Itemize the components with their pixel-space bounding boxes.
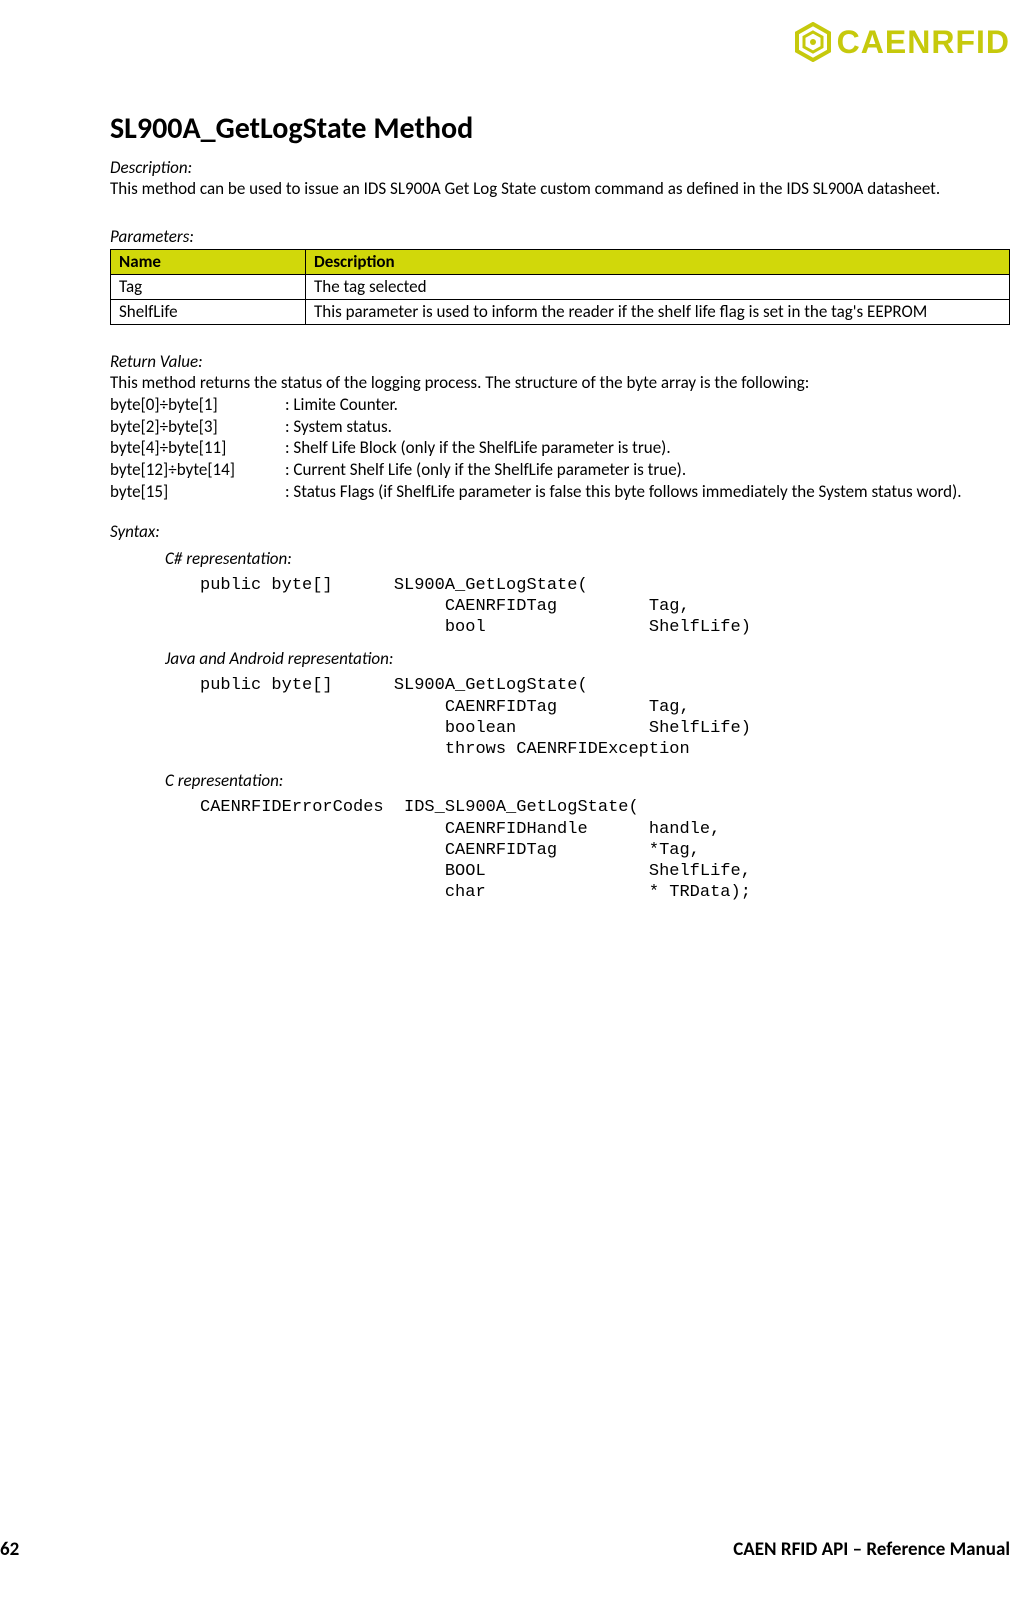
param-name: ShelfLife [111,299,306,324]
return-value-line: byte[4]÷byte[11] : Shelf Life Block (onl… [110,437,1010,459]
col-header-name: Name [111,249,306,274]
return-value-intro: This method returns the status of the lo… [110,372,1010,394]
brand-logo: CAENRFID [795,22,1010,62]
rv-key: byte[0]÷byte[1] [110,394,285,416]
table-row: Tag The tag selected [111,274,1010,299]
return-value-line: byte[0]÷byte[1] : Limite Counter. [110,394,1010,416]
return-value-line: byte[15] : Status Flags (if ShelfLife pa… [110,481,1010,503]
description-label: Description: [110,157,1010,178]
description-text: This method can be used to issue an IDS … [110,178,1010,200]
syntax-label: Syntax: [110,521,1010,542]
rv-key: byte[2]÷byte[3] [110,416,285,438]
return-value-line: byte[12]÷byte[14] : Current Shelf Life (… [110,459,1010,481]
code-block: public byte[] SL900A_GetLogState( CAENRF… [200,675,1010,760]
rv-val: : Current Shelf Life (only if the ShelfL… [285,459,1010,481]
return-value-line: byte[2]÷byte[3] : System status. [110,416,1010,438]
col-header-description: Description [306,249,1010,274]
table-header-row: Name Description [111,249,1010,274]
representation-label: Java and Android representation: [165,648,1010,669]
param-desc: This parameter is used to inform the rea… [306,299,1010,324]
rv-val: : Status Flags (if ShelfLife parameter i… [285,481,1010,503]
brand-hex-icon [795,22,831,62]
page-content: SL900A_GetLogState Method Description: T… [110,110,1010,914]
return-value-label: Return Value: [110,351,1010,372]
footer-title: CAEN RFID API – Reference Manual [733,1538,1010,1561]
param-name: Tag [111,274,306,299]
code-block: CAENRFIDErrorCodes IDS_SL900A_GetLogStat… [200,797,1010,903]
brand-name: CAENRFID [837,24,1010,61]
footer-page-number: 62 [0,1538,19,1561]
rv-key: byte[4]÷byte[11] [110,437,285,459]
parameters-label: Parameters: [110,226,1010,247]
page-title: SL900A_GetLogState Method [110,110,1010,147]
syntax-block: C# representation: public byte[] SL900A_… [110,548,1010,904]
code-block: public byte[] SL900A_GetLogState( CAENRF… [200,575,1010,639]
rv-val: : System status. [285,416,1010,438]
rv-val: : Shelf Life Block (only if the ShelfLif… [285,437,1010,459]
param-desc: The tag selected [306,274,1010,299]
rv-key: byte[12]÷byte[14] [110,459,285,481]
table-row: ShelfLife This parameter is used to info… [111,299,1010,324]
rv-val: : Limite Counter. [285,394,1010,416]
representation-label: C representation: [165,770,1010,791]
representation-label: C# representation: [165,548,1010,569]
parameters-table: Name Description Tag The tag selected Sh… [110,249,1010,325]
rv-key: byte[15] [110,481,285,503]
